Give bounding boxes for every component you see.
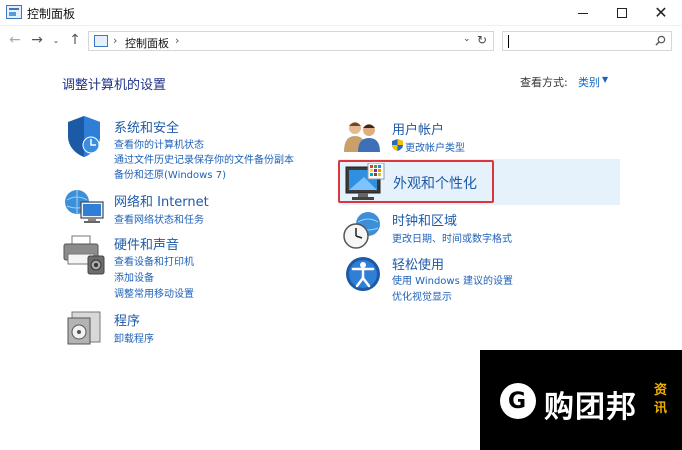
link-mobility-settings[interactable]: 调整常用移动设置 — [114, 285, 194, 300]
address-bar[interactable]: › 控制面板 › ⌄ ↻ — [88, 31, 494, 51]
search-input[interactable] — [502, 31, 672, 51]
category-hardware-sound[interactable]: 硬件和声音 — [114, 234, 179, 253]
page-heading: 调整计算机的设置 — [62, 78, 167, 93]
category-programs[interactable]: 程序 — [114, 310, 140, 329]
ease-of-access-icon[interactable] — [344, 255, 382, 293]
minimize-icon — [578, 12, 588, 14]
text-cursor — [508, 35, 509, 48]
clock-globe-icon[interactable] — [342, 210, 384, 250]
link-uninstall-program[interactable]: 卸载程序 — [114, 330, 154, 345]
navigation-bar: ← → ⌄ ↑ › 控制面板 › ⌄ ↻ — [0, 27, 682, 55]
refresh-button[interactable]: ↻ — [477, 33, 487, 47]
printer-icon[interactable] — [62, 234, 106, 276]
recent-locations-button[interactable]: ⌄ — [50, 31, 62, 49]
close-icon: ✕ — [654, 3, 668, 22]
view-by-dropdown[interactable]: 类别 — [578, 74, 600, 90]
watermark-tag: 资 讯 — [654, 383, 668, 416]
shield-icon[interactable] — [64, 114, 104, 158]
breadcrumb-control-panel[interactable]: 控制面板 — [125, 35, 169, 51]
minimize-button[interactable] — [564, 0, 602, 26]
link-add-device[interactable]: 添加设备 — [114, 269, 154, 284]
search-icon[interactable] — [655, 35, 666, 46]
watermark-brand: 购团邦 — [544, 390, 637, 425]
address-dropdown-button[interactable]: ⌄ — [463, 34, 471, 44]
control-panel-small-icon — [94, 35, 108, 47]
view-by-label: 查看方式: — [520, 76, 568, 89]
link-view-computer-status[interactable]: 查看你的计算机状态 — [114, 136, 204, 151]
category-clock-region[interactable]: 时钟和区域 — [392, 210, 457, 229]
programs-icon[interactable] — [66, 308, 104, 348]
category-network-internet[interactable]: 网络和 Internet — [114, 191, 209, 210]
category-system-security[interactable]: 系统和安全 — [114, 117, 179, 136]
link-change-account-type[interactable]: 更改帐户类型 — [405, 139, 465, 154]
selection-highlight-box — [338, 160, 494, 203]
link-devices-printers[interactable]: 查看设备和打印机 — [114, 253, 194, 268]
link-windows-recommended-settings[interactable]: 使用 Windows 建议的设置 — [392, 272, 513, 287]
link-backup-restore[interactable]: 备份和还原(Windows 7) — [114, 166, 226, 181]
close-button[interactable]: ✕ — [642, 0, 680, 26]
maximize-button[interactable] — [603, 0, 641, 26]
link-change-date-time-format[interactable]: 更改日期、时间或数字格式 — [392, 230, 512, 245]
uac-shield-icon — [392, 139, 403, 151]
category-ease-of-access[interactable]: 轻松使用 — [392, 254, 444, 273]
link-optimize-visual-display[interactable]: 优化视觉显示 — [392, 288, 452, 303]
link-file-history-backup[interactable]: 通过文件历史记录保存你的文件备份副本 — [114, 151, 294, 166]
watermark: G 购团邦 资 讯 — [480, 350, 682, 450]
title-bar: 控制面板 ✕ — [0, 0, 682, 26]
up-button[interactable]: ↑ — [66, 31, 84, 49]
breadcrumb-chevron-icon[interactable]: › — [113, 34, 117, 47]
network-globe-icon[interactable] — [63, 188, 105, 228]
back-button[interactable]: ← — [6, 31, 24, 49]
control-panel-icon — [6, 5, 22, 19]
chevron-down-icon[interactable]: ▼ — [602, 75, 608, 84]
watermark-logo: G — [500, 383, 536, 419]
maximize-icon — [617, 8, 627, 18]
link-network-status[interactable]: 查看网络状态和任务 — [114, 211, 204, 226]
category-user-accounts[interactable]: 用户帐户 — [392, 119, 444, 138]
breadcrumb-chevron-icon[interactable]: › — [175, 34, 179, 47]
window-title: 控制面板 — [27, 7, 76, 21]
forward-button[interactable]: → — [28, 31, 46, 49]
users-icon[interactable] — [342, 118, 382, 154]
